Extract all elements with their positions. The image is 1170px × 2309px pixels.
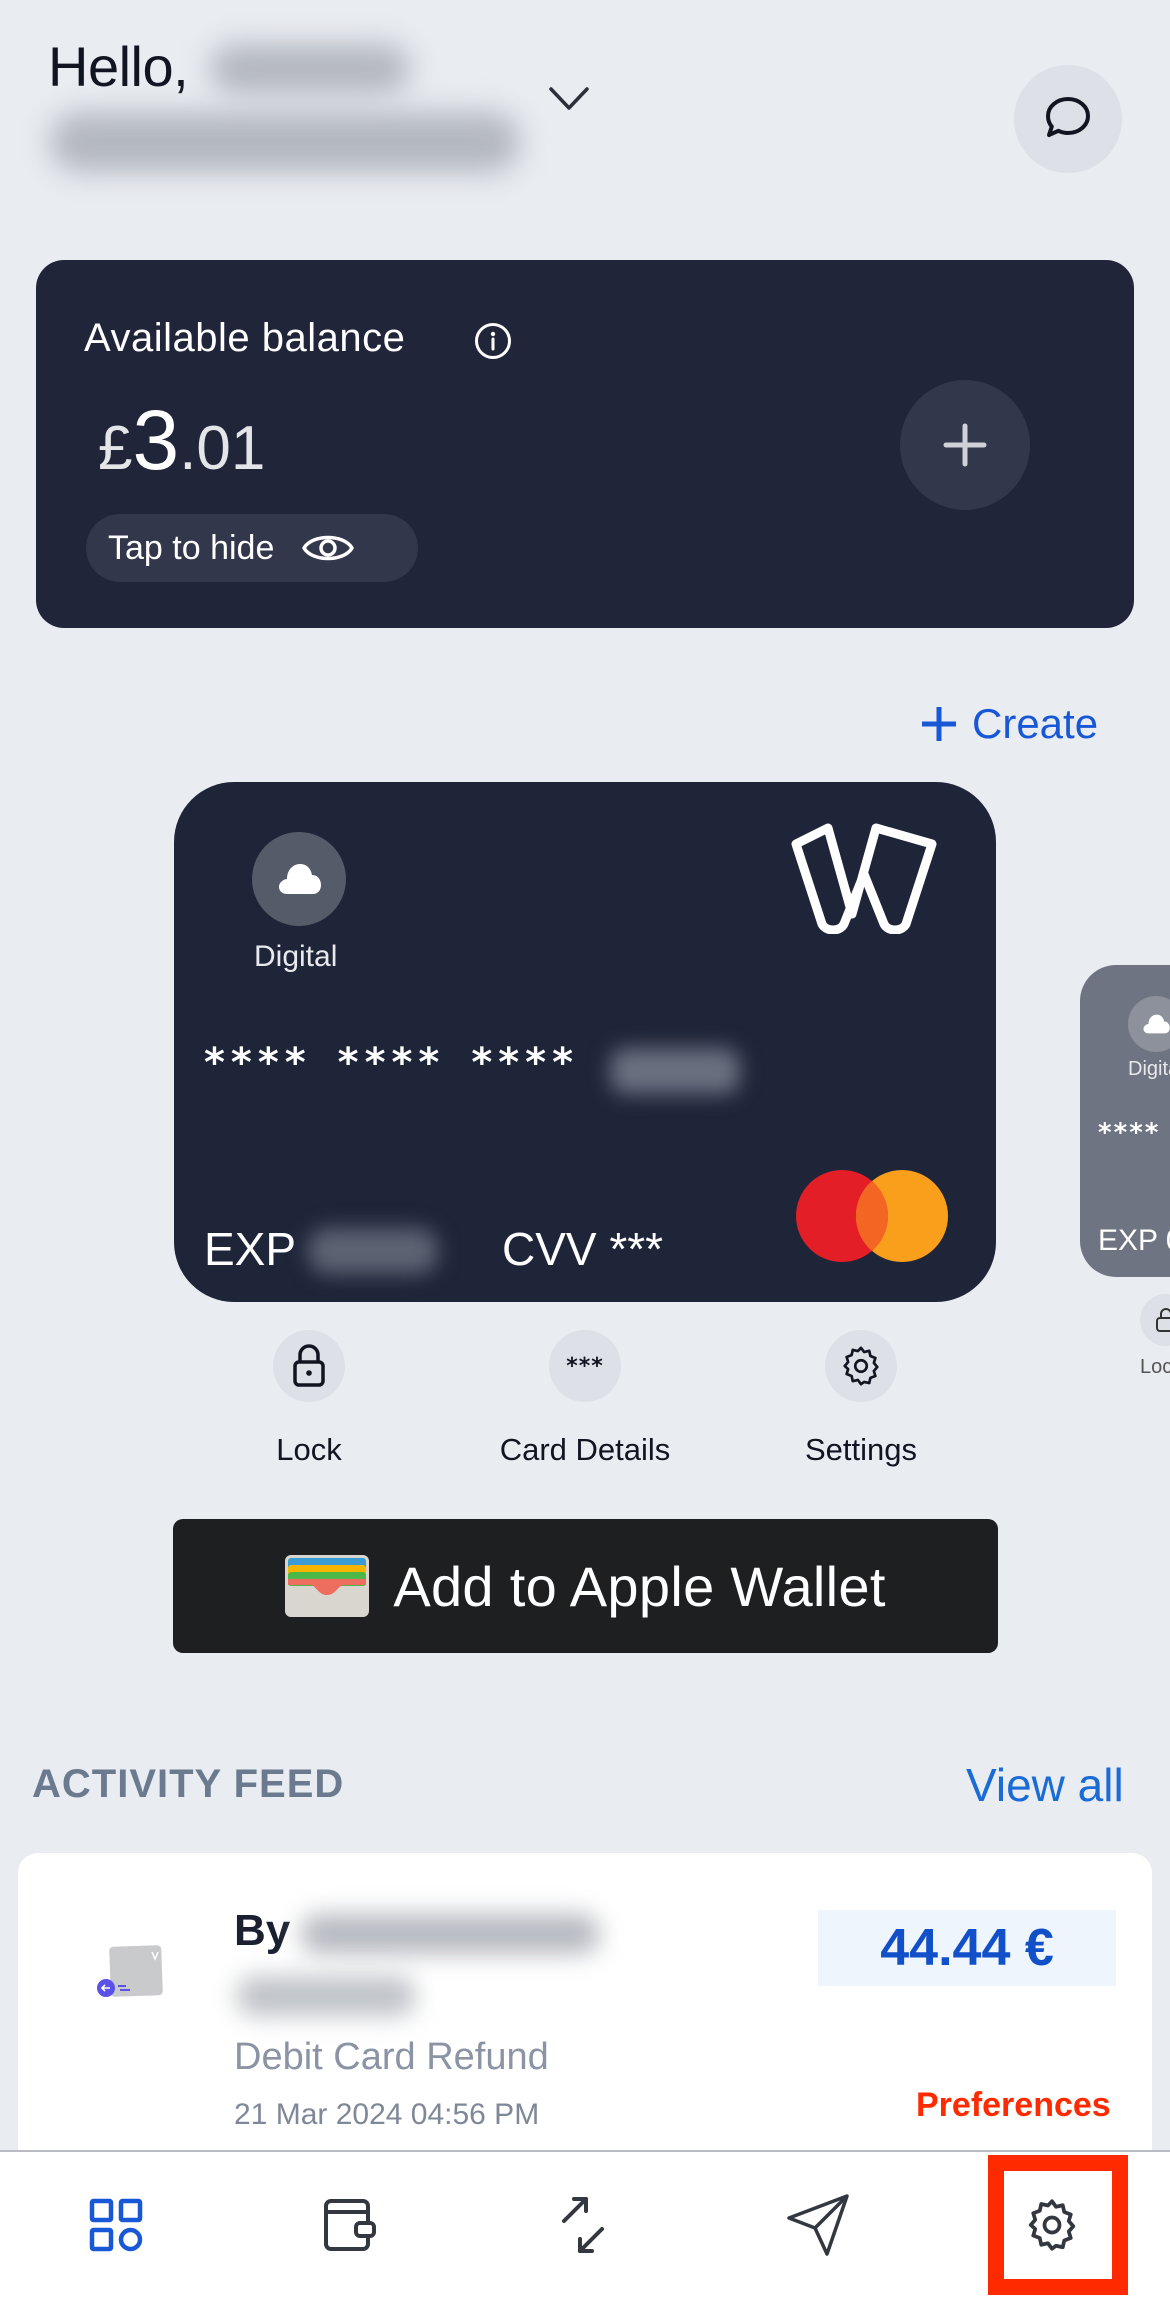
lock-label: Lock: [276, 1432, 342, 1467]
lock-icon: [1156, 1308, 1170, 1332]
view-all-link[interactable]: View all: [966, 1758, 1124, 1812]
wallet-icon: [324, 2199, 376, 2251]
transaction-amount: 44.44 €: [818, 1910, 1116, 1986]
transaction-prefix: By: [234, 1906, 291, 1955]
nav-transfer-tab[interactable]: [534, 2180, 634, 2270]
card-number-masked: ****: [1098, 1118, 1161, 1148]
secondary-lock-button[interactable]: [1140, 1294, 1170, 1346]
card-settings-button[interactable]: Settings: [761, 1330, 961, 1468]
transaction-datetime: 21 Mar 2024 04:56 PM: [234, 2098, 540, 2131]
lock-card-button[interactable]: Lock: [209, 1330, 409, 1468]
card-details-label: Card Details: [499, 1432, 671, 1467]
plus-icon: [922, 707, 956, 741]
secondary-lock-label: Loc: [1140, 1356, 1170, 1378]
chat-bubble-icon: [1046, 97, 1090, 137]
balance-major: 3: [132, 393, 180, 487]
preferences-highlight-box: [988, 2155, 1128, 2295]
expiry-label: EXP 0: [1098, 1224, 1170, 1257]
exchange-arrows-icon: [562, 2197, 604, 2253]
cloud-icon: [279, 864, 321, 894]
balance-amount: £3.01: [98, 392, 265, 489]
balance-minor: .01: [179, 414, 266, 483]
nav-home-tab[interactable]: [66, 2180, 166, 2270]
eye-icon: [302, 535, 355, 561]
cvv-label: CVV ***: [502, 1223, 664, 1275]
nav-wallet-tab[interactable]: [300, 2180, 400, 2270]
plus-icon: [943, 423, 987, 467]
create-card-link[interactable]: Create: [920, 700, 1098, 748]
dashboard-grid-icon: [89, 2198, 143, 2252]
currency-symbol: £: [98, 414, 133, 483]
nav-send-tab[interactable]: [768, 2180, 868, 2270]
greeting-text: Hello,: [48, 35, 189, 98]
redacted-expiry: [308, 1228, 438, 1274]
redacted-merchant: [236, 1976, 416, 2016]
gear-icon: [843, 1346, 879, 1386]
card-number-group: ****: [471, 1040, 580, 1086]
tap-to-hide-toggle[interactable]: Tap to hide: [86, 514, 418, 582]
asterisks-icon: ***: [566, 1353, 604, 1379]
digital-card-badge: [252, 832, 346, 926]
card-details-button[interactable]: *** Card Details: [485, 1330, 685, 1468]
apple-wallet-icon: [285, 1555, 370, 1617]
account-switcher-chevron-down-icon[interactable]: [548, 84, 590, 114]
paper-plane-icon: [787, 2194, 849, 2256]
lock-icon: [293, 1344, 325, 1387]
wallet-button-label: Add to Apple Wallet: [393, 1554, 886, 1618]
card-number-group: ****: [337, 1040, 446, 1086]
redacted-account-name: [210, 44, 410, 94]
card-refund-icon: [97, 1945, 163, 1997]
expiry-label: EXP: [204, 1223, 297, 1275]
cloud-icon: [1143, 1014, 1170, 1034]
card-settings-label: Settings: [804, 1432, 917, 1467]
card-number-group: ****: [204, 1040, 312, 1086]
activity-feed-title: ACTIVITY FEED: [32, 1762, 345, 1806]
preferences-annotation-label: Preferences: [916, 2086, 1111, 2124]
add-funds-button[interactable]: [900, 380, 1030, 510]
redacted-company-name: [50, 112, 520, 172]
create-label: Create: [972, 700, 1099, 747]
transaction-type: Debit Card Refund: [234, 2036, 549, 2078]
messages-button[interactable]: [1014, 65, 1122, 173]
redacted-merchant: [300, 1914, 600, 1954]
card-type-label: Digita: [1128, 1058, 1170, 1080]
activity-list-item[interactable]: [18, 1853, 1152, 2173]
brand-logo-icon: [791, 823, 937, 934]
add-to-apple-wallet-button[interactable]: Add to Apple Wallet: [173, 1519, 998, 1653]
card-type-label: Digital: [254, 940, 338, 973]
mastercard-logo-icon: [796, 1170, 948, 1262]
tap-to-hide-label: Tap to hide: [108, 528, 275, 567]
redacted-last4: [610, 1048, 740, 1094]
balance-label: Available balance: [84, 316, 406, 360]
info-icon[interactable]: [474, 322, 512, 360]
card-number-masked: **** **** ****: [204, 1040, 605, 1086]
